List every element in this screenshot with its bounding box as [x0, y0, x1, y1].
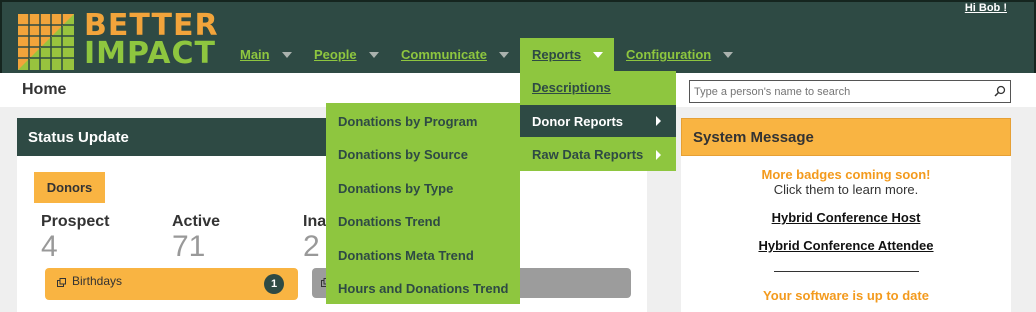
chevron-right-icon — [656, 116, 661, 126]
page-title: Home — [22, 81, 67, 98]
submenu-donations-by-type[interactable]: Donations by Type — [338, 181, 453, 196]
logo-line-2: IMPACT — [84, 36, 216, 71]
nav-communicate-label: Communicate — [401, 47, 487, 62]
stat-inactive-value[interactable]: 2 — [303, 230, 320, 264]
menu-item-raw-data-reports[interactable]: Raw Data Reports — [532, 147, 643, 162]
software-status: Your software is up to date — [763, 288, 929, 303]
badge-submessage: Click them to learn more. — [773, 182, 919, 197]
badge-message: More badges coming soon! — [761, 167, 931, 182]
birthdays-button[interactable]: Birthdays 1 — [45, 268, 298, 300]
submenu-hours-and-donations-trend[interactable]: Hours and Donations Trend — [338, 281, 508, 296]
submenu-donations-by-program[interactable]: Donations by Program — [338, 114, 477, 129]
nav-main[interactable]: Main — [228, 38, 304, 71]
chevron-down-icon — [593, 51, 604, 58]
nav-main-label: Main — [240, 47, 270, 62]
hybrid-attendee-link[interactable]: Hybrid Conference Attendee — [681, 238, 1011, 253]
stat-inactive-label: Ina — [303, 213, 327, 230]
chevron-right-icon — [656, 150, 661, 160]
birthdays-count-badge: 1 — [264, 274, 284, 294]
hybrid-host-link[interactable]: Hybrid Conference Host — [681, 210, 1011, 225]
chevron-down-icon — [498, 51, 509, 58]
search-input[interactable] — [690, 85, 992, 98]
search-icon[interactable] — [992, 84, 1008, 100]
nav-reports[interactable]: Reports — [520, 38, 614, 71]
birthdays-label: Birthdays — [72, 274, 123, 288]
submenu-donations-by-source[interactable]: Donations by Source — [338, 147, 468, 162]
stat-active-label: Active — [172, 213, 221, 230]
system-message-body: More badges coming soon! Click them to l… — [681, 156, 1011, 312]
nav-people[interactable]: People — [302, 38, 391, 71]
nav-configuration-label: Configuration — [626, 47, 712, 62]
donor-reports-submenu: Donations by Program Donations by Source… — [326, 103, 520, 304]
stat-prospect-label: Prospect — [41, 213, 110, 230]
person-search[interactable] — [689, 80, 1011, 103]
logo-text: BETTER IMPACT — [84, 11, 219, 71]
chevron-down-icon — [368, 51, 379, 58]
stat-prospect-value[interactable]: 4 — [41, 230, 58, 264]
nav-configuration[interactable]: Configuration — [614, 38, 745, 71]
donors-tab[interactable]: Donors — [34, 172, 105, 203]
user-greeting-link[interactable]: Hi Bob ! — [965, 2, 1007, 14]
menu-item-donor-reports[interactable]: Donor Reports — [520, 105, 676, 137]
chevron-down-icon — [281, 51, 292, 58]
reports-dropdown: Descriptions Donor Reports Raw Data Repo… — [520, 71, 676, 171]
submenu-donations-trend[interactable]: Donations Trend — [338, 214, 441, 229]
nav-communicate[interactable]: Communicate — [389, 38, 521, 71]
menu-item-descriptions[interactable]: Descriptions — [532, 80, 611, 95]
nav-reports-label: Reports — [532, 47, 582, 62]
logo-icon — [18, 14, 74, 70]
system-message-header: System Message — [681, 118, 1011, 156]
stat-active-value[interactable]: 71 — [172, 230, 205, 264]
donor-reports-label: Donor Reports — [532, 114, 623, 129]
nav-people-label: People — [314, 47, 357, 62]
external-link-icon — [57, 278, 66, 287]
submenu-donations-meta-trend[interactable]: Donations Meta Trend — [338, 248, 474, 263]
chevron-down-icon — [723, 51, 734, 58]
divider — [773, 271, 919, 272]
